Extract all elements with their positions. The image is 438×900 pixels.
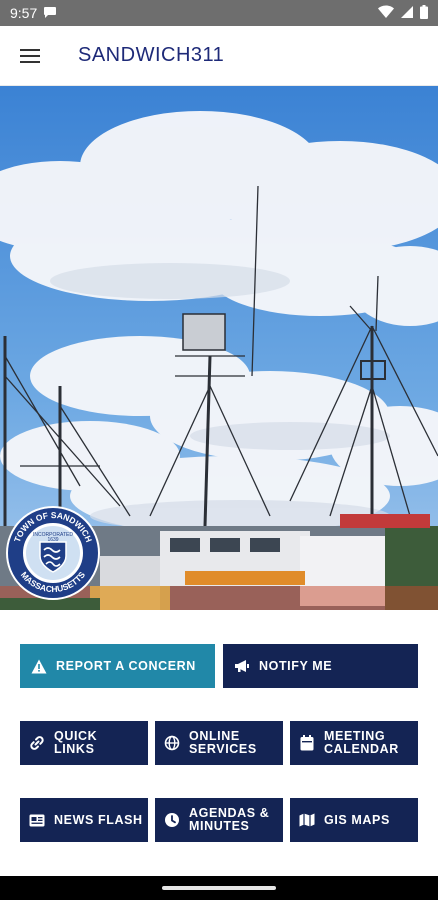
- chat-bubble-icon: [43, 5, 57, 21]
- wifi-icon: [378, 5, 394, 22]
- home-gesture-handle[interactable]: [162, 886, 276, 890]
- battery-icon: [420, 4, 428, 22]
- meeting-calendar-label: MEETING CALENDAR: [324, 729, 399, 756]
- news-flash-button[interactable]: NEWS FLASH: [20, 798, 148, 842]
- report-concern-label: REPORT A CONCERN: [56, 658, 196, 673]
- newspaper-icon: [28, 811, 46, 829]
- town-seal-logo: INCORPORATED 1639 TOWN OF SANDWICH MASSA…: [6, 506, 100, 600]
- link-icon: [28, 734, 46, 752]
- gis-maps-button[interactable]: GIS MAPS: [290, 798, 418, 842]
- report-concern-button[interactable]: REPORT A CONCERN: [20, 644, 215, 688]
- status-time: 9:57: [10, 5, 38, 21]
- online-services-label: ONLINE SERVICES: [189, 729, 257, 756]
- gis-maps-label: GIS MAPS: [324, 812, 390, 827]
- hamburger-menu-icon[interactable]: [0, 26, 60, 86]
- map-icon: [298, 811, 316, 829]
- clock-icon: [163, 811, 181, 829]
- app-title: SANDWICH311: [78, 44, 225, 66]
- news-flash-label: NEWS FLASH: [54, 812, 143, 827]
- agendas-minutes-label: AGENDAS & MINUTES: [189, 806, 270, 833]
- signal-icon: [400, 5, 414, 22]
- quick-links-label: QUICK LINKS: [54, 729, 98, 756]
- agendas-minutes-button[interactable]: AGENDAS & MINUTES: [155, 798, 283, 842]
- hero-image: INCORPORATED 1639 TOWN OF SANDWICH MASSA…: [0, 86, 438, 610]
- notify-me-label: NOTIFY ME: [259, 658, 333, 673]
- system-nav-bar: [0, 876, 438, 900]
- megaphone-icon: [233, 657, 251, 675]
- quick-links-button[interactable]: QUICK LINKS: [20, 721, 148, 765]
- status-bar: 9:57: [0, 0, 438, 26]
- calendar-icon: [298, 734, 316, 752]
- svg-text:1639: 1639: [47, 537, 58, 543]
- meeting-calendar-button[interactable]: MEETING CALENDAR: [290, 721, 418, 765]
- warning-icon: [30, 657, 48, 675]
- globe-icon: [163, 734, 181, 752]
- notify-me-button[interactable]: NOTIFY ME: [223, 644, 418, 688]
- app-screen: 9:57 SANDWICH311 INCORPORATED 1639 TOWN …: [0, 0, 438, 900]
- app-bar: SANDWICH311: [0, 26, 438, 86]
- online-services-button[interactable]: ONLINE SERVICES: [155, 721, 283, 765]
